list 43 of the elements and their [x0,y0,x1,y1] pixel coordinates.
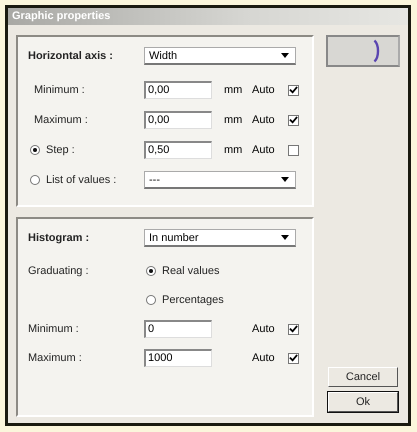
axis-label: Horizontal axis : [28,50,114,62]
auto-label: Auto [252,144,276,156]
caret-icon [281,177,289,182]
auto-checkbox[interactable] [288,114,299,126]
axis-dropdown[interactable]: Width [144,47,296,65]
option-label: Real values [162,265,220,277]
field-label: Minimum : [28,323,80,335]
input-field[interactable]: 1000 [144,349,212,367]
histogram-dropdown[interactable]: In number [144,229,296,247]
option-label: Percentages [162,294,224,306]
values-dropdown[interactable]: --- [144,171,296,189]
caret-icon [281,53,289,58]
input-field[interactable]: 0,50 [144,141,212,159]
auto-label: Auto [252,114,276,126]
radio-button[interactable] [146,295,156,305]
window-title: Graphic properties [8,8,408,25]
field-label: Maximum : [33,114,89,126]
input-field[interactable]: 0 [144,320,212,338]
radio-button[interactable] [30,145,40,155]
histogram-label: Histogram : [28,232,90,244]
auto-label: Auto [252,323,276,335]
unit-label: mm [224,84,244,96]
field-label: List of values : [46,174,118,186]
dialog-button[interactable]: Ok [328,392,398,412]
bracket-button[interactable] [326,35,400,67]
auto-checkbox[interactable] [288,144,299,156]
unit-label: mm [224,144,244,156]
caret-icon [281,235,289,240]
auto-checkbox[interactable] [288,84,299,96]
radio-button[interactable] [30,175,40,185]
field-label: Minimum : [33,84,86,96]
field-label: Step : [46,144,76,156]
auto-label: Auto [252,84,276,96]
auto-checkbox[interactable] [288,324,299,334]
unit-label: mm [224,114,244,126]
dialog-button[interactable]: Cancel [328,367,398,387]
auto-checkbox[interactable] [288,352,299,364]
graduating-label: Graduating : [28,265,90,277]
auto-label: Auto [252,352,276,364]
field-label: Maximum : [28,352,83,364]
input-field[interactable]: 0,00 [144,111,212,129]
radio-button[interactable] [146,266,156,276]
input-field[interactable]: 0,00 [144,81,212,99]
